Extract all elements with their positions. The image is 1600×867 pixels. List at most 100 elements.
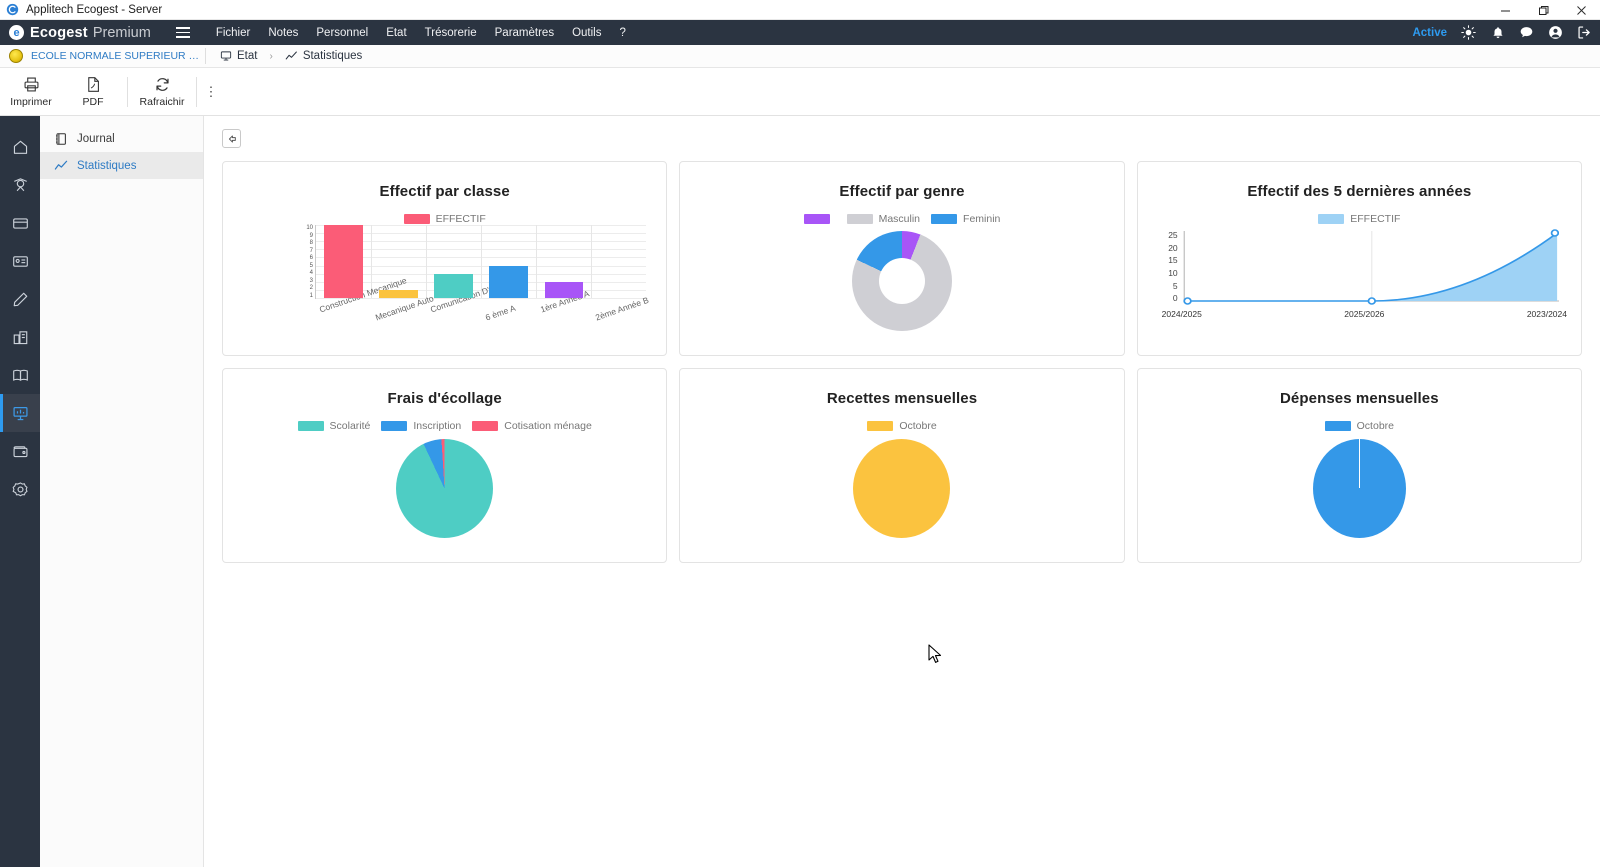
- chart-card-effectif-5-dernieres-annees: Effectif des 5 dernières années EFFECTIF…: [1136, 161, 1582, 356]
- menu-item-tresorerie[interactable]: Trésorerie: [425, 27, 477, 39]
- app-menu-bar: e Ecogest Premium Fichier Notes Personne…: [0, 20, 1600, 45]
- bar-slot[interactable]: [536, 225, 591, 298]
- pdf-label: PDF: [82, 95, 104, 108]
- rail-item-school[interactable]: [0, 318, 40, 356]
- breadcrumb: Etat › Statistiques: [220, 50, 362, 63]
- print-button[interactable]: Imprimer: [0, 69, 62, 115]
- more-options-button[interactable]: ⋮: [200, 84, 222, 100]
- legend-label: Masculin: [878, 213, 921, 225]
- y-axis-ticks: 25 20 15 10 5 0: [1156, 231, 1178, 303]
- brightness-icon[interactable]: [1461, 25, 1476, 40]
- bar-slot[interactable]: [371, 225, 426, 298]
- bar-slot[interactable]: [426, 225, 481, 298]
- donut-slices[interactable]: [851, 231, 952, 331]
- y-tick: 9: [309, 232, 313, 239]
- bar-slot[interactable]: [481, 225, 536, 298]
- chat-icon[interactable]: [1519, 25, 1534, 40]
- legend-label: Octobre: [1356, 420, 1394, 432]
- menu-item-help[interactable]: ?: [619, 27, 625, 39]
- chart-legend: EFFECTIF: [235, 213, 654, 225]
- bar: [434, 273, 473, 298]
- rail-item-home[interactable]: [0, 128, 40, 166]
- legend-entry[interactable]: Scolarité: [297, 420, 370, 432]
- pdf-button[interactable]: PDF: [62, 69, 124, 115]
- minimize-button[interactable]: [1486, 0, 1524, 20]
- rail-item-settings[interactable]: [0, 470, 40, 508]
- legend-entry[interactable]: Masculin: [846, 213, 921, 225]
- y-tick: 10: [306, 225, 313, 231]
- chart-title: Dépenses mensuelles: [1280, 390, 1439, 407]
- legend-label: Feminin: [963, 213, 1001, 225]
- legend-entry[interactable]: Inscription: [381, 420, 461, 432]
- area-plot-area[interactable]: [1182, 229, 1559, 309]
- chart-title: Frais d'écollage: [387, 390, 502, 407]
- menu-item-personnel[interactable]: Personnel: [316, 27, 368, 39]
- bar-slot[interactable]: [316, 225, 371, 298]
- hamburger-menu-icon[interactable]: [175, 27, 190, 38]
- legend-entry[interactable]: Cotisation ménage: [472, 420, 592, 432]
- menu-item-notes[interactable]: Notes: [268, 27, 298, 39]
- close-button[interactable]: [1562, 0, 1600, 20]
- y-tick: 6: [309, 255, 313, 262]
- main-menu: Fichier Notes Personnel Etat Trésorerie …: [216, 27, 626, 39]
- school-selector[interactable]: ECOLE NORMALE SUPERIEUR DE L...: [9, 49, 205, 63]
- pdf-file-icon: [87, 76, 99, 92]
- os-title-bar: Applitech Ecogest - Server: [0, 0, 1600, 20]
- breadcrumb-item-statistiques[interactable]: Statistiques: [285, 50, 362, 63]
- sidebar-item-statistiques[interactable]: Statistiques: [40, 152, 203, 179]
- x-axis-labels: Construction Mecanique Mecanique Auto Co…: [315, 272, 650, 347]
- pie-slices[interactable]: [1312, 438, 1406, 538]
- donut-hole: [878, 258, 925, 304]
- y-tick: 7: [309, 247, 313, 254]
- bar-slot[interactable]: [591, 225, 646, 298]
- menu-item-fichier[interactable]: Fichier: [216, 27, 251, 39]
- legend-entry[interactable]: Octobre: [867, 420, 937, 432]
- y-tick: 3: [309, 277, 313, 284]
- y-tick: 5: [1172, 280, 1178, 291]
- book-icon: [12, 369, 28, 381]
- breadcrumb-item-etat[interactable]: Etat: [220, 50, 257, 62]
- x-axis-labels: 2024/2025 2025/2026 2023/2024: [1162, 309, 1567, 319]
- pie-chart: [1150, 434, 1569, 542]
- rail-item-statistics[interactable]: [0, 394, 40, 432]
- home-icon: [13, 140, 27, 154]
- rail-item-idcards[interactable]: [0, 242, 40, 280]
- legend-entry[interactable]: EFFECTIF: [403, 213, 486, 225]
- legend-entry[interactable]: Octobre: [1324, 420, 1394, 432]
- legend-swatch: [472, 421, 499, 431]
- rail-item-notes[interactable]: [0, 280, 40, 318]
- area-chart: 25 20 15 10 5 0 2024/2025 2025/2026 2023…: [1150, 229, 1569, 329]
- chart-legend: EFFECTIF: [1150, 213, 1569, 225]
- menu-item-outils[interactable]: Outils: [572, 27, 601, 39]
- legend-swatch: [846, 214, 873, 224]
- collapse-panel-button[interactable]: [222, 129, 241, 148]
- data-point: [1550, 229, 1559, 237]
- legend-entry[interactable]: EFFECTIF: [1318, 213, 1400, 225]
- sidebar-item-journal[interactable]: Journal: [40, 125, 203, 152]
- appbar-right-actions: Active: [1412, 25, 1592, 40]
- rail-item-library[interactable]: [0, 356, 40, 394]
- maximize-button[interactable]: [1524, 0, 1562, 20]
- legend-entry[interactable]: Feminin: [931, 213, 1000, 225]
- brand: e Ecogest Premium: [9, 25, 151, 41]
- bar-plot-area: [315, 225, 647, 299]
- breadcrumb-label-statistiques: Statistiques: [302, 50, 363, 62]
- bell-icon[interactable]: [1490, 25, 1505, 40]
- rail-item-wallet[interactable]: [0, 432, 40, 470]
- data-point: [1182, 297, 1192, 305]
- menu-item-etat[interactable]: Etat: [386, 27, 406, 39]
- menu-item-parametres[interactable]: Paramètres: [495, 27, 554, 39]
- journal-icon: [56, 132, 66, 145]
- icon-rail: [0, 116, 40, 867]
- account-icon[interactable]: [1548, 25, 1563, 40]
- legend-entry[interactable]: [803, 214, 836, 224]
- pie-slices[interactable]: [396, 438, 494, 538]
- refresh-button[interactable]: Rafraichir: [131, 69, 193, 115]
- card-icon: [12, 217, 28, 229]
- rail-item-students[interactable]: [0, 166, 40, 204]
- y-tick: 20: [1168, 242, 1178, 253]
- y-tick: 15: [1168, 255, 1178, 266]
- logout-icon[interactable]: [1577, 25, 1592, 40]
- pie-slices[interactable]: [853, 438, 951, 538]
- rail-item-payments[interactable]: [0, 204, 40, 242]
